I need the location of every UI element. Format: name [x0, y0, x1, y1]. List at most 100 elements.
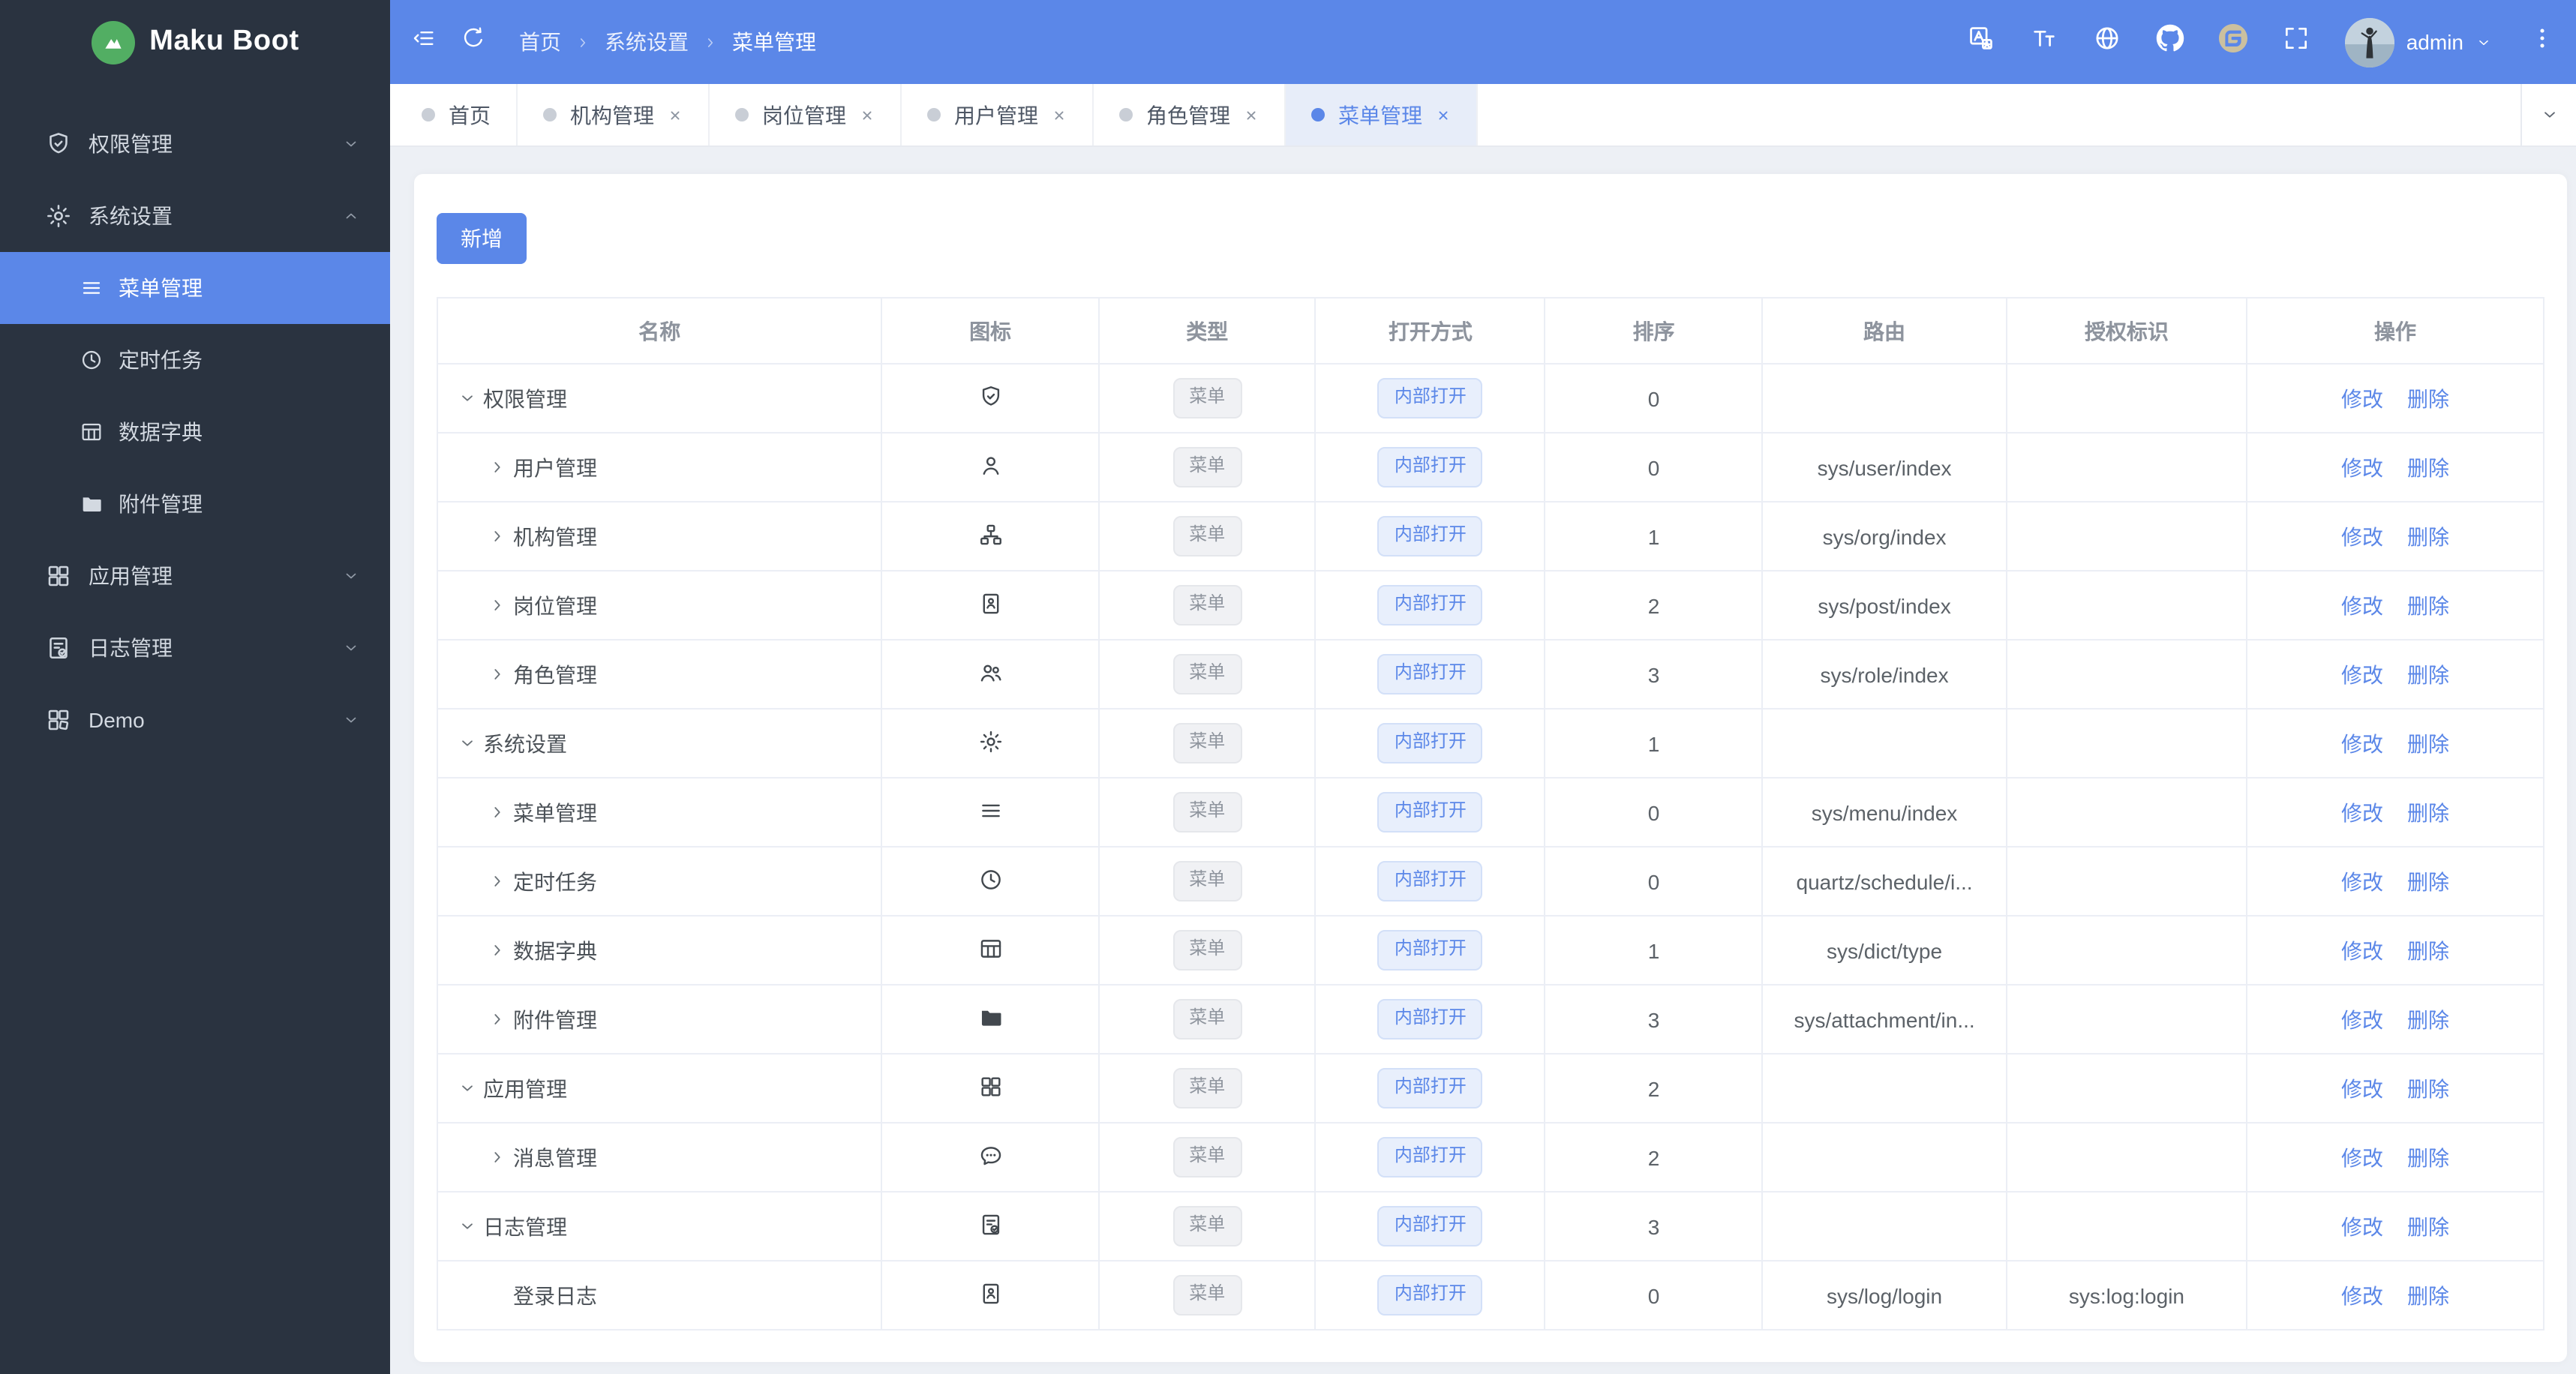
chevron-down-sm-icon[interactable] — [458, 388, 477, 408]
delete-link[interactable]: 删除 — [2407, 593, 2449, 617]
delete-link[interactable]: 删除 — [2407, 386, 2449, 410]
close-icon[interactable] — [860, 107, 875, 122]
edit-link[interactable]: 修改 — [2341, 938, 2383, 962]
chevron-right-sm-icon[interactable] — [488, 940, 507, 960]
add-button[interactable]: 新增 — [437, 213, 527, 264]
sidebar-item-4[interactable]: 日志管理 — [0, 612, 390, 684]
open-mode-cell: 内部打开 — [1314, 846, 1546, 916]
delete-link[interactable]: 删除 — [2407, 800, 2449, 824]
chevron-right-sm-icon[interactable] — [488, 872, 507, 891]
menu-icon-cell — [881, 570, 1100, 640]
edit-link[interactable]: 修改 — [2341, 524, 2383, 548]
refresh-icon[interactable] — [461, 26, 486, 58]
column-header: 授权标识 — [2005, 297, 2248, 364]
badge-icon — [977, 1280, 1003, 1306]
chevron-right-sm-icon[interactable] — [488, 802, 507, 822]
close-icon[interactable] — [1244, 107, 1259, 122]
menu-name-cell: 系统设置 — [436, 708, 883, 778]
gitee-button[interactable] — [2218, 24, 2247, 60]
tab-overflow-button[interactable] — [2520, 84, 2576, 146]
type-tag: 菜单 — [1172, 585, 1242, 626]
sidebar-subitem[interactable]: 附件管理 — [0, 468, 390, 540]
chevron-down-sm-icon[interactable] — [458, 1078, 477, 1098]
auth-cell — [2005, 639, 2248, 710]
chevron-right-sm-icon[interactable] — [488, 526, 507, 546]
delete-link[interactable]: 删除 — [2407, 455, 2449, 479]
chevron-right-sm-icon[interactable] — [488, 596, 507, 615]
sidebar-item-5[interactable]: Demo — [0, 684, 390, 756]
chevron-right-sm-icon[interactable] — [488, 664, 507, 684]
close-icon[interactable] — [1052, 107, 1067, 122]
breadcrumb-item[interactable]: 首页 — [519, 27, 561, 57]
delete-link[interactable]: 删除 — [2407, 731, 2449, 755]
tab-label: 菜单管理 — [1338, 103, 1422, 127]
chevron-down-sm-icon[interactable] — [458, 734, 477, 753]
column-header: 名称 — [436, 297, 883, 364]
menu-name-cell: 岗位管理 — [436, 570, 883, 640]
sort-cell: 2 — [1544, 1122, 1764, 1192]
edit-link[interactable]: 修改 — [2341, 1007, 2383, 1031]
edit-link[interactable]: 修改 — [2341, 1076, 2383, 1100]
tab-岗位管理[interactable]: 岗位管理 — [710, 84, 902, 146]
edit-link[interactable]: 修改 — [2341, 731, 2383, 755]
tab-bar: 首页 机构管理 岗位管理 用户管理 角色管理 菜单管理 — [390, 84, 2576, 147]
tab-机构管理[interactable]: 机构管理 — [518, 84, 710, 146]
route-cell: sys/attachment/in... — [1761, 984, 2007, 1054]
edit-link[interactable]: 修改 — [2341, 455, 2383, 479]
delete-link[interactable]: 删除 — [2407, 1007, 2449, 1031]
menu-name: 权限管理 — [483, 386, 567, 410]
delete-link[interactable]: 删除 — [2407, 869, 2449, 893]
fold-sidebar-icon[interactable] — [411, 26, 437, 58]
translate-button[interactable] — [1967, 24, 1995, 60]
globe-button[interactable] — [2093, 24, 2121, 60]
edit-link[interactable]: 修改 — [2341, 386, 2383, 410]
table-header-row: 名称 图标 类型 打开方式 排序 路由 授权标识 操作 — [436, 297, 2544, 364]
sort-cell: 3 — [1544, 639, 1764, 710]
open-mode-cell: 内部打开 — [1314, 984, 1546, 1054]
delete-link[interactable]: 删除 — [2407, 1214, 2449, 1238]
chevron-right-sm-icon[interactable] — [488, 458, 507, 477]
delete-link[interactable]: 删除 — [2407, 1283, 2449, 1307]
tab-label: 首页 — [449, 103, 491, 127]
edit-link[interactable]: 修改 — [2341, 1145, 2383, 1169]
breadcrumb-item[interactable]: 系统设置 — [605, 27, 689, 57]
edit-link[interactable]: 修改 — [2341, 869, 2383, 893]
open-mode-cell: 内部打开 — [1314, 777, 1546, 848]
delete-link[interactable]: 删除 — [2407, 1076, 2449, 1100]
delete-link[interactable]: 删除 — [2407, 524, 2449, 548]
edit-link[interactable]: 修改 — [2341, 800, 2383, 824]
edit-link[interactable]: 修改 — [2341, 662, 2383, 686]
close-icon[interactable] — [1436, 107, 1451, 122]
edit-link[interactable]: 修改 — [2341, 1214, 2383, 1238]
font-size-button[interactable] — [2030, 24, 2058, 60]
sidebar-item-2[interactable]: 系统设置 — [0, 180, 390, 252]
route-cell — [1761, 1122, 2007, 1192]
actions-cell: 修改 删除 — [2246, 846, 2544, 916]
delete-link[interactable]: 删除 — [2407, 938, 2449, 962]
chevron-right-sm-icon[interactable] — [488, 1148, 507, 1167]
sidebar-item-3[interactable]: 应用管理 — [0, 540, 390, 612]
type-tag: 菜单 — [1172, 654, 1242, 694]
tab-首页[interactable]: 首页 — [396, 84, 518, 146]
fullscreen-button[interactable] — [2282, 24, 2310, 60]
github-button[interactable] — [2156, 24, 2184, 60]
chevron-down-sm-icon[interactable] — [458, 1216, 477, 1236]
edit-link[interactable]: 修改 — [2341, 1283, 2383, 1307]
delete-link[interactable]: 删除 — [2407, 1145, 2449, 1169]
close-icon[interactable] — [668, 107, 683, 122]
column-header: 路由 — [1761, 297, 2007, 364]
delete-link[interactable]: 删除 — [2407, 662, 2449, 686]
sidebar-subitem[interactable]: 菜单管理 — [0, 252, 390, 324]
table-row: 日志管理 菜单 内部打开 3 修改 删除 — [436, 1191, 2544, 1262]
tab-用户管理[interactable]: 用户管理 — [902, 84, 1094, 146]
user-menu[interactable]: admin — [2344, 17, 2492, 67]
sidebar-subitem[interactable]: 定时任务 — [0, 324, 390, 396]
sidebar-item-1[interactable]: 权限管理 — [0, 108, 390, 180]
tab-角色管理[interactable]: 角色管理 — [1094, 84, 1286, 146]
kebab-menu-button[interactable] — [2529, 26, 2555, 58]
sidebar-subitem[interactable]: 数据字典 — [0, 396, 390, 468]
chevron-right-sm-icon[interactable] — [488, 1010, 507, 1029]
edit-link[interactable]: 修改 — [2341, 593, 2383, 617]
tab-菜单管理[interactable]: 菜单管理 — [1286, 84, 1478, 146]
user-avatar — [2344, 17, 2394, 67]
